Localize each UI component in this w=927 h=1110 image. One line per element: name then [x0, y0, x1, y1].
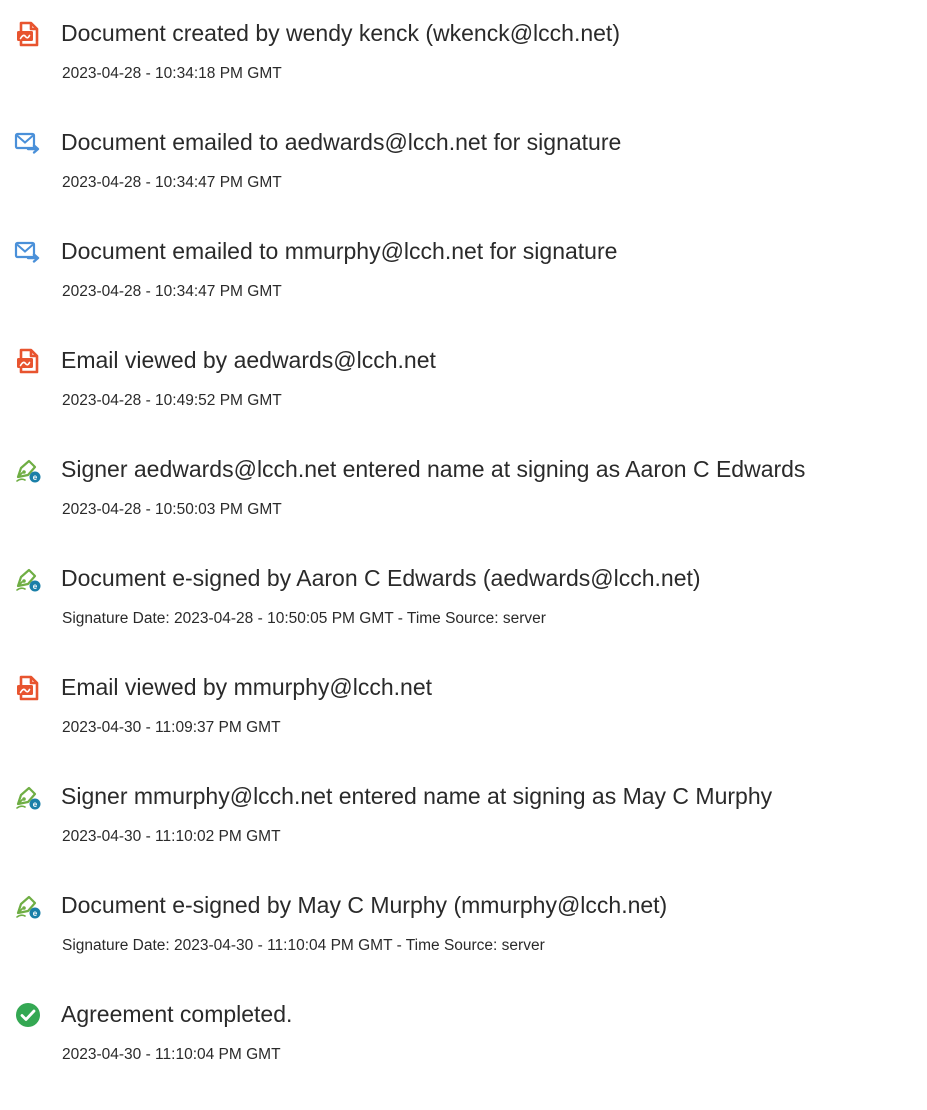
- audit-event: Document created by wendy kenck (wkenck@…: [0, 8, 927, 117]
- event-title: Document created by wendy kenck (wkenck@…: [61, 20, 620, 46]
- e-sign-pen-icon: e: [14, 783, 42, 811]
- event-timestamp: 2023-04-30 - 11:10:04 PM GMT: [62, 1046, 281, 1063]
- event-timestamp: Signature Date: 2023-04-28 - 10:50:05 PM…: [62, 610, 546, 627]
- svg-text:e: e: [33, 473, 38, 482]
- event-title: Signer aedwards@lcch.net entered name at…: [61, 456, 806, 482]
- event-timestamp: 2023-04-28 - 10:34:18 PM GMT: [62, 65, 282, 82]
- audit-event: e Document e-signed by Aaron C Edwards (…: [0, 553, 927, 662]
- event-title: Email viewed by aedwards@lcch.net: [61, 347, 436, 373]
- svg-text:e: e: [33, 582, 38, 591]
- event-title: Document emailed to aedwards@lcch.net fo…: [61, 129, 622, 155]
- email-sent-icon: [14, 129, 42, 157]
- event-timestamp: 2023-04-28 - 10:50:03 PM GMT: [62, 501, 282, 518]
- svg-text:e: e: [33, 909, 38, 918]
- event-timestamp: 2023-04-28 - 10:34:47 PM GMT: [62, 283, 282, 300]
- audit-event: Email viewed by aedwards@lcch.net 2023-0…: [0, 335, 927, 444]
- pdf-document-icon: [14, 347, 42, 375]
- event-timestamp: Signature Date: 2023-04-30 - 11:10:04 PM…: [62, 937, 545, 954]
- audit-event: Email viewed by mmurphy@lcch.net 2023-04…: [0, 662, 927, 771]
- audit-event: Document emailed to mmurphy@lcch.net for…: [0, 226, 927, 335]
- event-timestamp: 2023-04-28 - 10:49:52 PM GMT: [62, 392, 282, 409]
- svg-text:e: e: [33, 800, 38, 809]
- pdf-document-icon: [14, 674, 42, 702]
- event-timestamp: 2023-04-30 - 11:09:37 PM GMT: [62, 719, 281, 736]
- event-timestamp: 2023-04-30 - 11:10:02 PM GMT: [62, 828, 281, 845]
- event-title: Document emailed to mmurphy@lcch.net for…: [61, 238, 618, 264]
- e-sign-pen-icon: e: [14, 456, 42, 484]
- event-title: Signer mmurphy@lcch.net entered name at …: [61, 783, 773, 809]
- audit-event: e Document e-signed by May C Murphy (mmu…: [0, 880, 927, 989]
- event-timestamp: 2023-04-28 - 10:34:47 PM GMT: [62, 174, 282, 191]
- audit-event-list: Document created by wendy kenck (wkenck@…: [0, 0, 927, 1098]
- check-circle-icon: [14, 1001, 42, 1029]
- pdf-document-icon: [14, 20, 42, 48]
- audit-event: Agreement completed. 2023-04-30 - 11:10:…: [0, 989, 927, 1098]
- event-title: Agreement completed.: [61, 1001, 293, 1027]
- event-title: Email viewed by mmurphy@lcch.net: [61, 674, 433, 700]
- e-sign-pen-icon: e: [14, 565, 42, 593]
- event-title: Document e-signed by May C Murphy (mmurp…: [61, 892, 668, 918]
- audit-event: e Signer aedwards@lcch.net entered name …: [0, 444, 927, 553]
- e-sign-pen-icon: e: [14, 892, 42, 920]
- email-sent-icon: [14, 238, 42, 266]
- event-title: Document e-signed by Aaron C Edwards (ae…: [61, 565, 701, 591]
- audit-event: e Signer mmurphy@lcch.net entered name a…: [0, 771, 927, 880]
- audit-event: Document emailed to aedwards@lcch.net fo…: [0, 117, 927, 226]
